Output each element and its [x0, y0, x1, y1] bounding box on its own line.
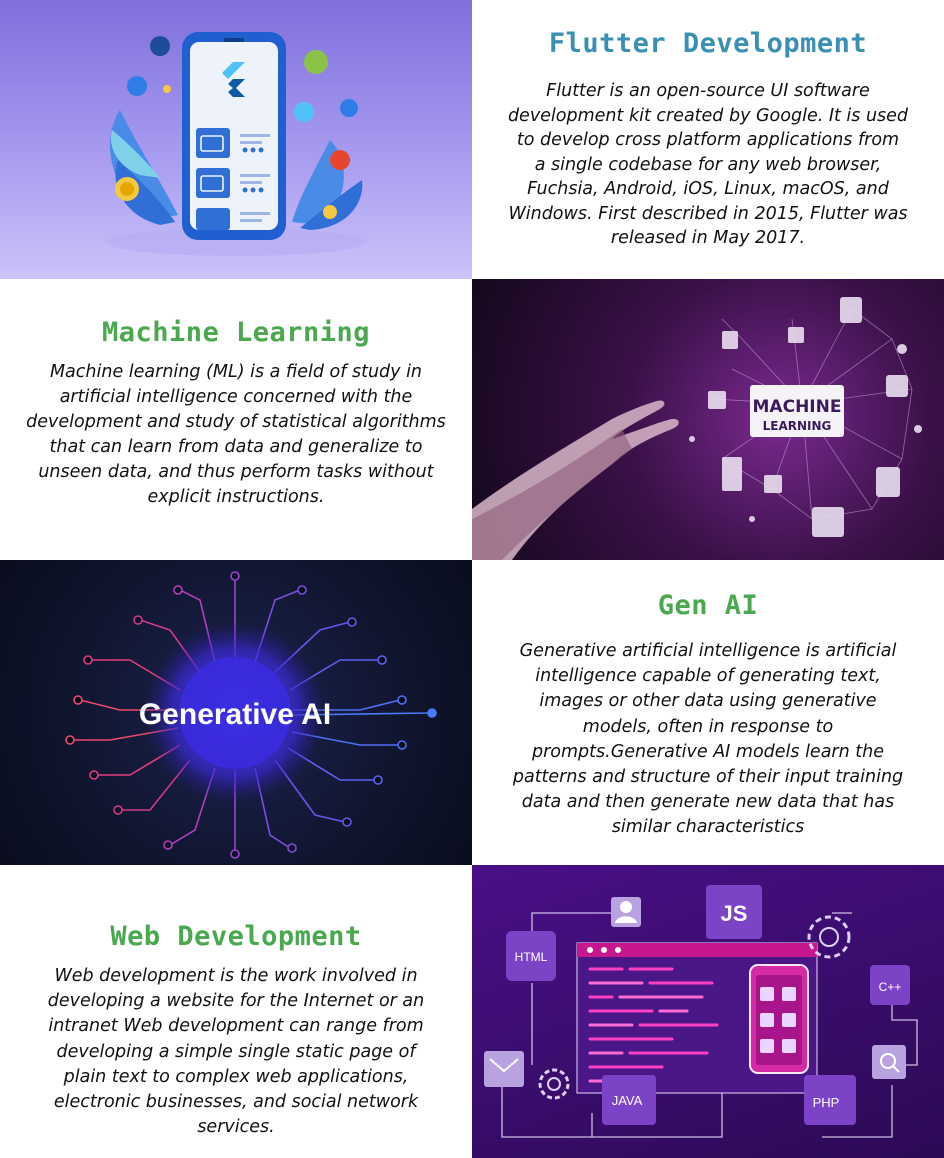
web-text-panel: Web Development Web development is the w… [0, 865, 472, 1158]
web-development-illustration-icon: HTML JS C++ JAVA PHP [484, 885, 918, 1138]
flutter-description: Flutter is an open-source UI software de… [507, 81, 909, 248]
genai-title: Gen AI [657, 590, 759, 621]
java-tag: JAVA [612, 1093, 643, 1108]
flutter-title: Flutter Development [548, 28, 868, 59]
mobile-app-illustration-icon [106, 32, 366, 256]
neural-circuit-illustration-icon: Generative AI [65, 571, 437, 859]
flutter-image [0, 0, 472, 279]
hand-touching-network-illustration-icon: MACHINE LEARNING [472, 297, 922, 560]
php-tag: PHP [813, 1095, 840, 1110]
genai-description: Generative artificial intelligence is ar… [512, 641, 904, 838]
js-tag: JS [721, 901, 748, 926]
ml-description: Machine learning (ML) is a field of stud… [26, 362, 446, 507]
web-description: Web development is the work involved in … [47, 966, 425, 1138]
web-image: HTML JS C++ JAVA PHP [472, 865, 944, 1158]
cpp-tag: C++ [879, 980, 902, 994]
ml-image-label-2: LEARNING [763, 419, 832, 433]
genai-text-panel: Gen AI Generative artificial intelligenc… [472, 560, 944, 865]
html-tag: HTML [515, 950, 548, 964]
ml-title: Machine Learning [101, 317, 371, 348]
ml-text-panel: Machine Learning Machine learning (ML) i… [0, 279, 472, 560]
ml-image-label-1: MACHINE [753, 397, 842, 417]
genai-image: Generative AI [0, 560, 472, 865]
ml-image: MACHINE LEARNING [472, 279, 944, 560]
web-title: Web Development [110, 921, 362, 952]
flutter-text-panel: Flutter Development Flutter is an open-s… [472, 0, 944, 279]
services-grid: Flutter Development Flutter is an open-s… [0, 0, 944, 1158]
genai-image-label: Generative AI [139, 698, 331, 731]
